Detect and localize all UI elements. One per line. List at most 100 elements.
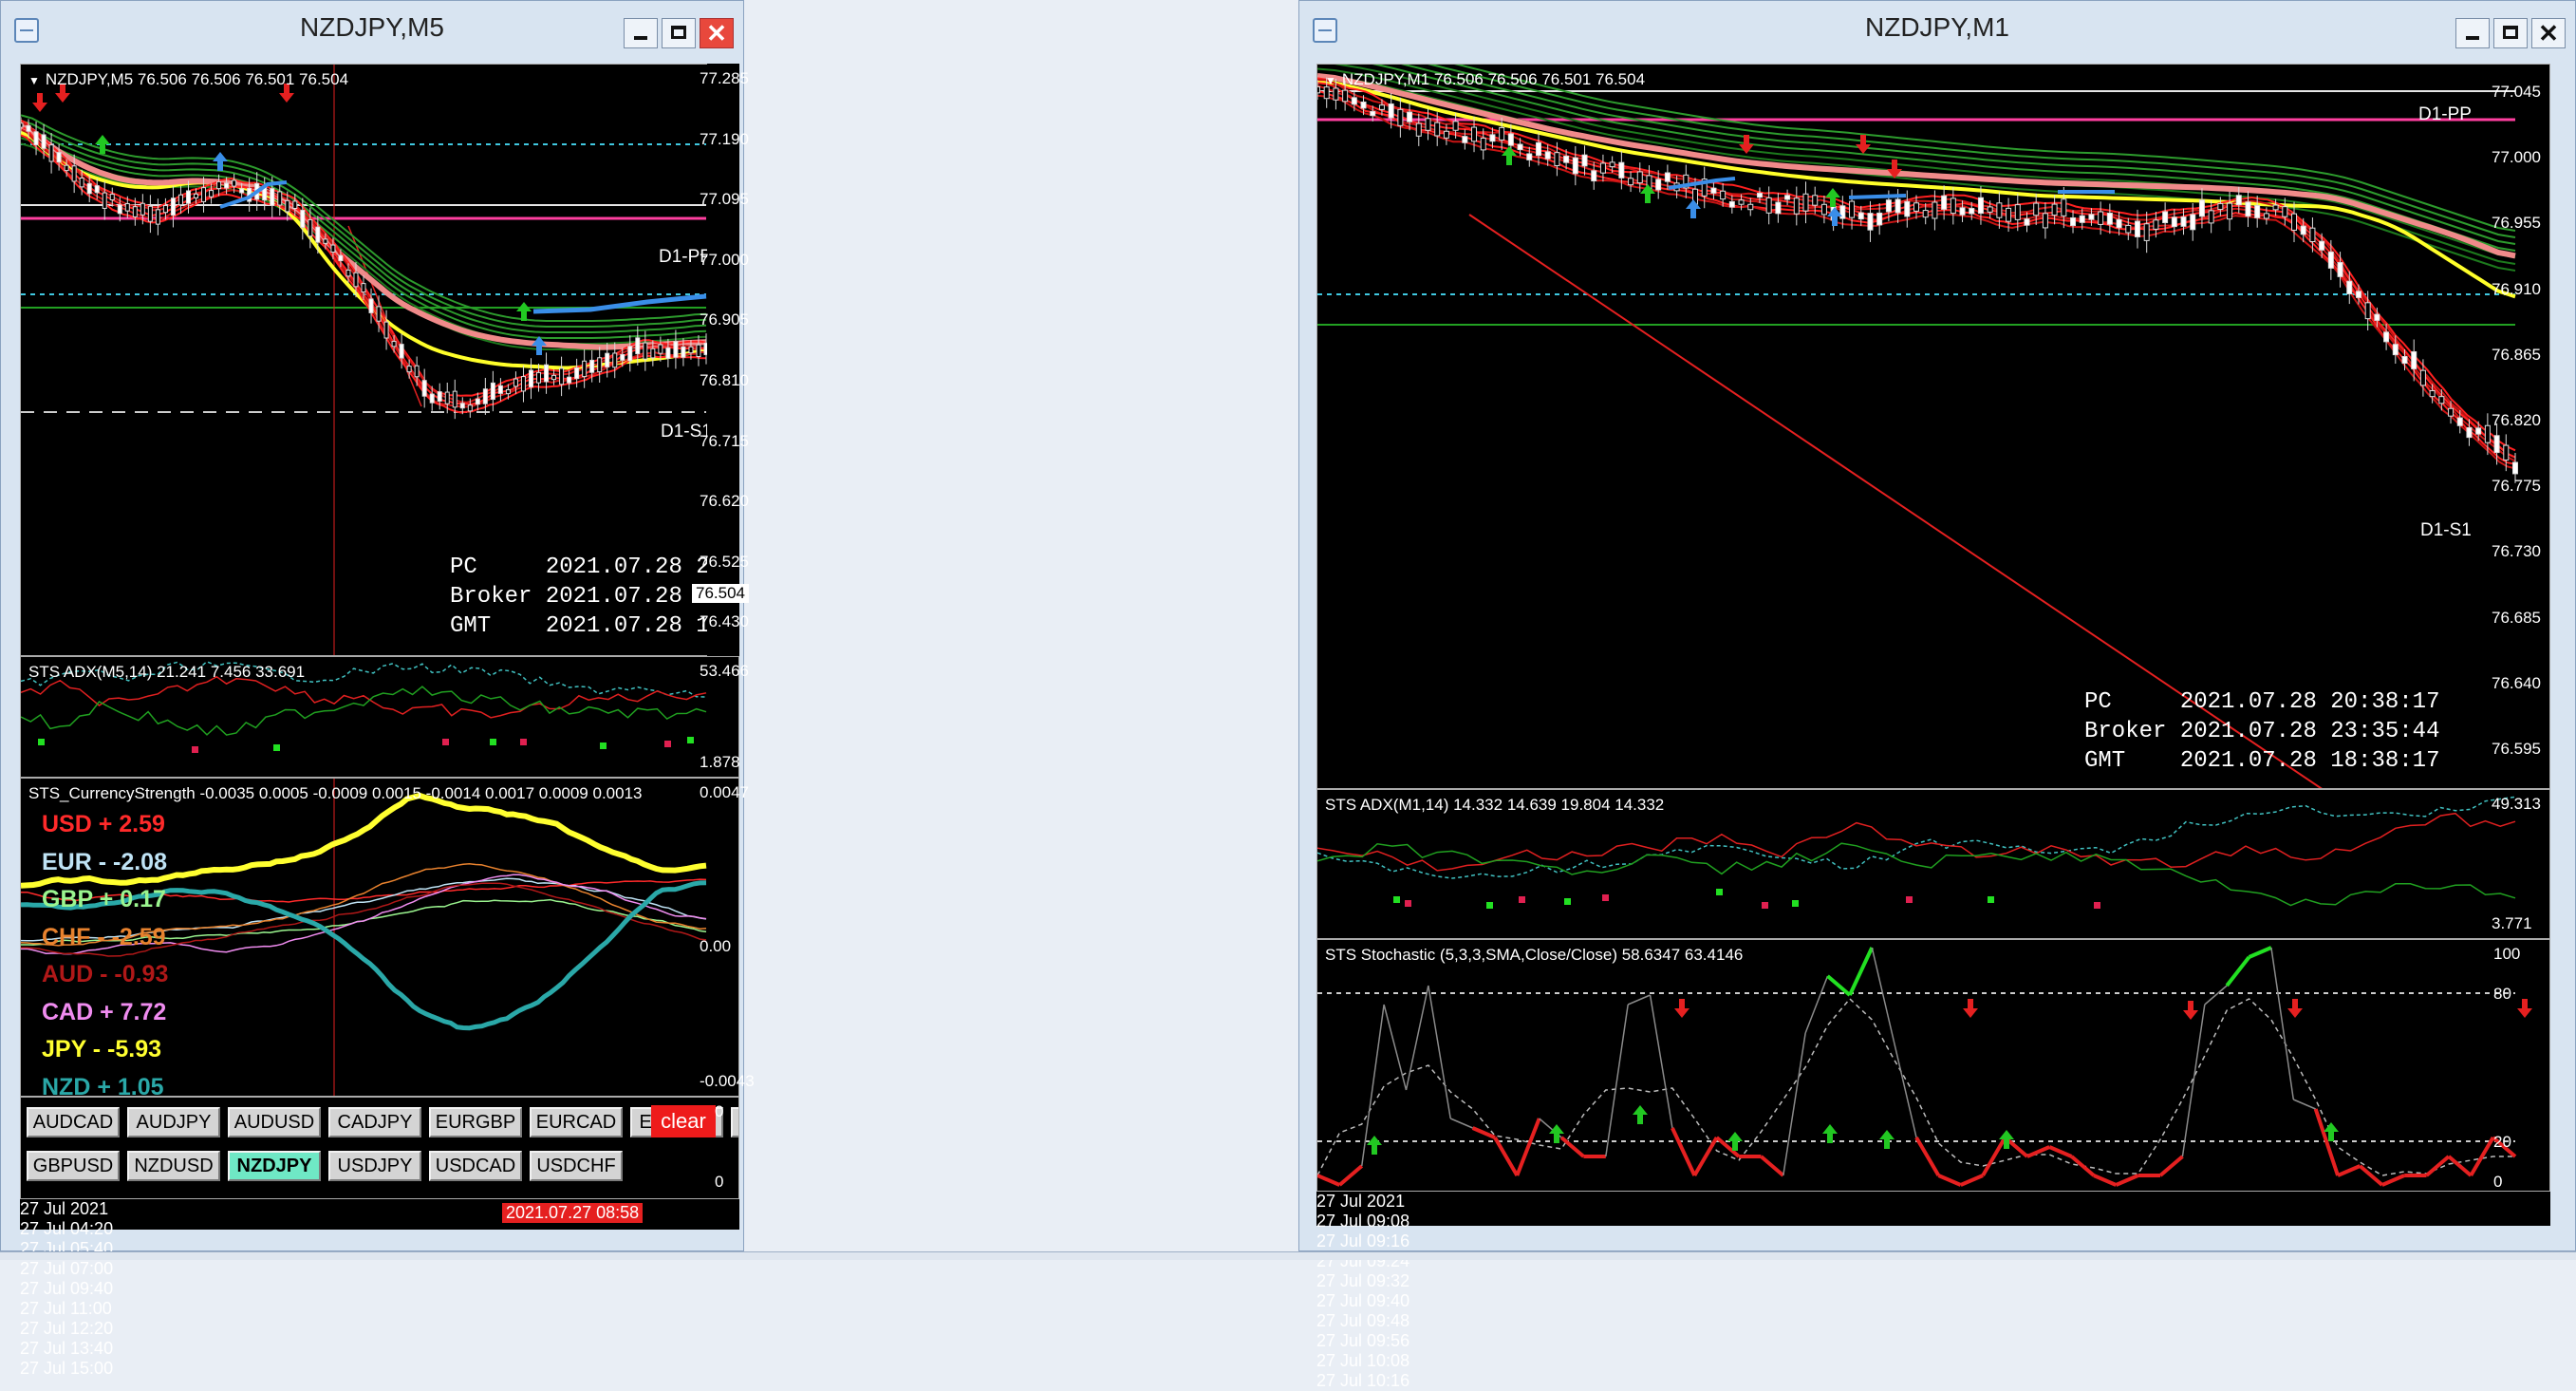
pair-button[interactable]: AUDJPY [127, 1107, 220, 1137]
pane-label: ▼ NZDJPY,M1 76.506 76.506 76.501 76.504 [1325, 70, 1646, 88]
stochastic-label: STS Stochastic (5,3,3,SMA,Close/Close) 5… [1325, 946, 1744, 964]
currency-strength-row: AUD - -0.93 [42, 961, 169, 987]
pivot-s1-label: D1-S1 [2420, 520, 2472, 540]
close-icon: ✕ [706, 19, 727, 47]
time-tick: 27 Jul 13:40 [20, 1339, 114, 1358]
cs-tick-zero: 0.00 [700, 937, 732, 955]
time-tick: 27 Jul 2021 [1316, 1192, 1406, 1211]
minimize-icon [2466, 36, 2479, 40]
button-pane-tick-top: 0 [715, 1102, 724, 1120]
window-titlebar[interactable]: NZDJPY,M1 ✕ [1299, 1, 2575, 60]
pair-button[interactable]: EURCAD [530, 1107, 623, 1137]
dropdown-triangle-icon[interactable]: ▼ [1325, 74, 1336, 87]
time-axis[interactable]: 27 Jul 2021 27 Jul 09:08 27 Jul 09:16 27 Ju… [1316, 1192, 2550, 1390]
pair-button[interactable]: AUDCAD [27, 1107, 120, 1137]
maximize-button[interactable] [662, 18, 696, 48]
time-axis-ticks: 27 Jul 2021 27 Jul 09:08 27 Jul 09:16 27 Ju… [1316, 1192, 2550, 1391]
stochastic-pane[interactable]: STS Stochastic (5,3,3,SMA,Close/Close) 5… [1316, 939, 2550, 1192]
adx-label: STS ADX(M1,14) 14.332 14.639 19.804 14.3… [1325, 796, 1665, 814]
minimize-button[interactable] [624, 18, 658, 48]
close-button[interactable]: ✕ [700, 18, 734, 48]
time-tick: 27 Jul 10:16 [1316, 1371, 1410, 1390]
cursor-time-badge: 2021.07.27 08:58 [502, 1203, 644, 1223]
time-tick: 27 Jul 07:00 [20, 1259, 114, 1278]
pane-label: ▼ NZDJPY,M5 76.506 76.506 76.501 76.504 [28, 70, 349, 88]
currency-strength-row: GBP + 0.17 [42, 886, 166, 912]
pair-button[interactable]: CADJPY [328, 1107, 421, 1137]
price-tick: 76.730 [2492, 542, 2541, 561]
maximize-icon [671, 26, 686, 39]
currency-strength-row: CHF - -2.59 [42, 923, 166, 950]
pair-button-pane: AUDCADAUDJPYAUDUSDCADJPYEURGBPEURCADEURJ… [20, 1097, 739, 1199]
dropdown-triangle-icon[interactable]: ▼ [28, 74, 40, 87]
pair-button[interactable]: USDCHF [530, 1151, 623, 1181]
time-tick: 27 Jul 09:16 [1316, 1231, 1410, 1250]
price-tick: 76.820 [2492, 411, 2541, 429]
price-tick: 77.190 [700, 129, 749, 148]
stoch-tick-80: 80 [2493, 985, 2511, 1003]
currency-strength-row: NZD + 1.05 [42, 1073, 164, 1097]
pair-button[interactable]: NZDJPY [228, 1151, 321, 1181]
time-tick: 27 Jul 09:08 [1316, 1212, 1410, 1231]
chart-window-m5[interactable]: NZDJPY,M5 ✕ ▼ NZDJPY,M5 76.506 76.506 76.… [0, 0, 755, 1378]
price-tick: 77.000 [700, 250, 749, 269]
window-title: NZDJPY,M1 [1865, 12, 2009, 42]
pair-button[interactable]: GBPUSD [27, 1151, 120, 1181]
pair-button[interactable]: NZDUSD [127, 1151, 220, 1181]
button-pane-tick-bottom: 0 [715, 1173, 724, 1191]
adx-tick-min: 3.771 [2492, 914, 2532, 932]
time-tick: 27 Jul 10:08 [1316, 1351, 1410, 1370]
time-tick: 27 Jul 09:48 [1316, 1311, 1410, 1330]
pair-button[interactable]: AUDUSD [228, 1107, 321, 1137]
cs-tick-max: 0.0047 [700, 783, 749, 801]
adx-tick-max: 53.466 [700, 662, 749, 680]
price-tick: 76.905 [700, 310, 749, 329]
price-tick: 76.640 [2492, 673, 2541, 692]
price-tick: 76.525 [700, 552, 749, 571]
currency-strength-row: USD + 2.59 [42, 811, 165, 837]
price-tick: 76.865 [2492, 345, 2541, 364]
price-chart[interactable] [1317, 65, 2550, 789]
time-tick: 27 Jul 09:56 [1316, 1331, 1410, 1350]
currency-strength-row: JPY - -5.93 [42, 1036, 162, 1062]
adx-pane[interactable]: STS ADX(M5,14) 21.241 7.456 33.691 [20, 656, 739, 778]
stoch-tick-0: 0 [2493, 1173, 2503, 1191]
price-tick: 76.810 [700, 371, 749, 389]
chart-window-m1[interactable]: NZDJPY,M1 ✕ ▼ NZDJPY,M1 76.506 76.506 76.… [1298, 0, 2576, 1390]
price-tick: 76.620 [700, 492, 749, 511]
stochastic-chart [1317, 946, 2532, 1187]
close-icon: ✕ [2538, 19, 2559, 47]
adx-tick-min: 1.878 [700, 753, 740, 771]
price-tick: 76.715 [700, 431, 749, 450]
time-tick: 27 Jul 12:20 [20, 1319, 114, 1338]
adx-pane[interactable]: STS ADX(M1,14) 14.332 14.639 19.804 14.3… [1316, 789, 2550, 939]
time-tick: 27 Jul 09:32 [1316, 1271, 1410, 1290]
pair-button[interactable]: USDCAD [429, 1151, 522, 1181]
cs-tick-min: -0.0043 [700, 1072, 755, 1090]
stoch-tick-20: 20 [2493, 1133, 2511, 1151]
pair-button[interactable]: USDJPY [328, 1151, 421, 1181]
minimize-button[interactable] [2455, 18, 2490, 48]
window-titlebar[interactable]: NZDJPY,M5 ✕ [1, 1, 743, 60]
adx-label: STS ADX(M5,14) 21.241 7.456 33.691 [28, 663, 306, 681]
price-tick: 77.095 [700, 190, 749, 209]
currency-strength-row: CAD + 7.72 [42, 998, 167, 1025]
pair-button[interactable]: EURGBP [429, 1107, 522, 1137]
price-tick: 76.430 [700, 612, 749, 631]
pair-button[interactable]: EURUSD [731, 1107, 738, 1137]
price-pane[interactable]: ▼ NZDJPY,M5 76.506 76.506 76.501 76.504 D… [20, 64, 739, 656]
time-axis[interactable]: 27 Jul 2021 27 Jul 04:20 27 Jul 05:40 27 Ju… [20, 1199, 739, 1378]
price-tick: 76.775 [2492, 477, 2541, 496]
price-pane[interactable]: ▼ NZDJPY,M1 76.506 76.506 76.501 76.504 D… [1316, 64, 2550, 789]
clear-button[interactable]: clear [651, 1105, 716, 1137]
clock-overlay: PC 2021.07.28 20:38:17 Broker 2021.07.28… [2084, 689, 2440, 774]
pivot-pp-label: D1-PP [2418, 104, 2472, 124]
price-tick: 77.285 [700, 69, 749, 87]
time-tick: 27 Jul 09:40 [20, 1279, 114, 1298]
price-tick: 76.955 [2492, 214, 2541, 233]
currency-strength-pane[interactable]: STS_CurrencyStrength -0.0035 0.0005 -0.0… [20, 778, 739, 1097]
maximize-button[interactable] [2493, 18, 2528, 48]
close-button[interactable]: ✕ [2531, 18, 2566, 48]
price-tick: 76.910 [2492, 279, 2541, 298]
current-price-badge: 76.504 [692, 584, 749, 603]
